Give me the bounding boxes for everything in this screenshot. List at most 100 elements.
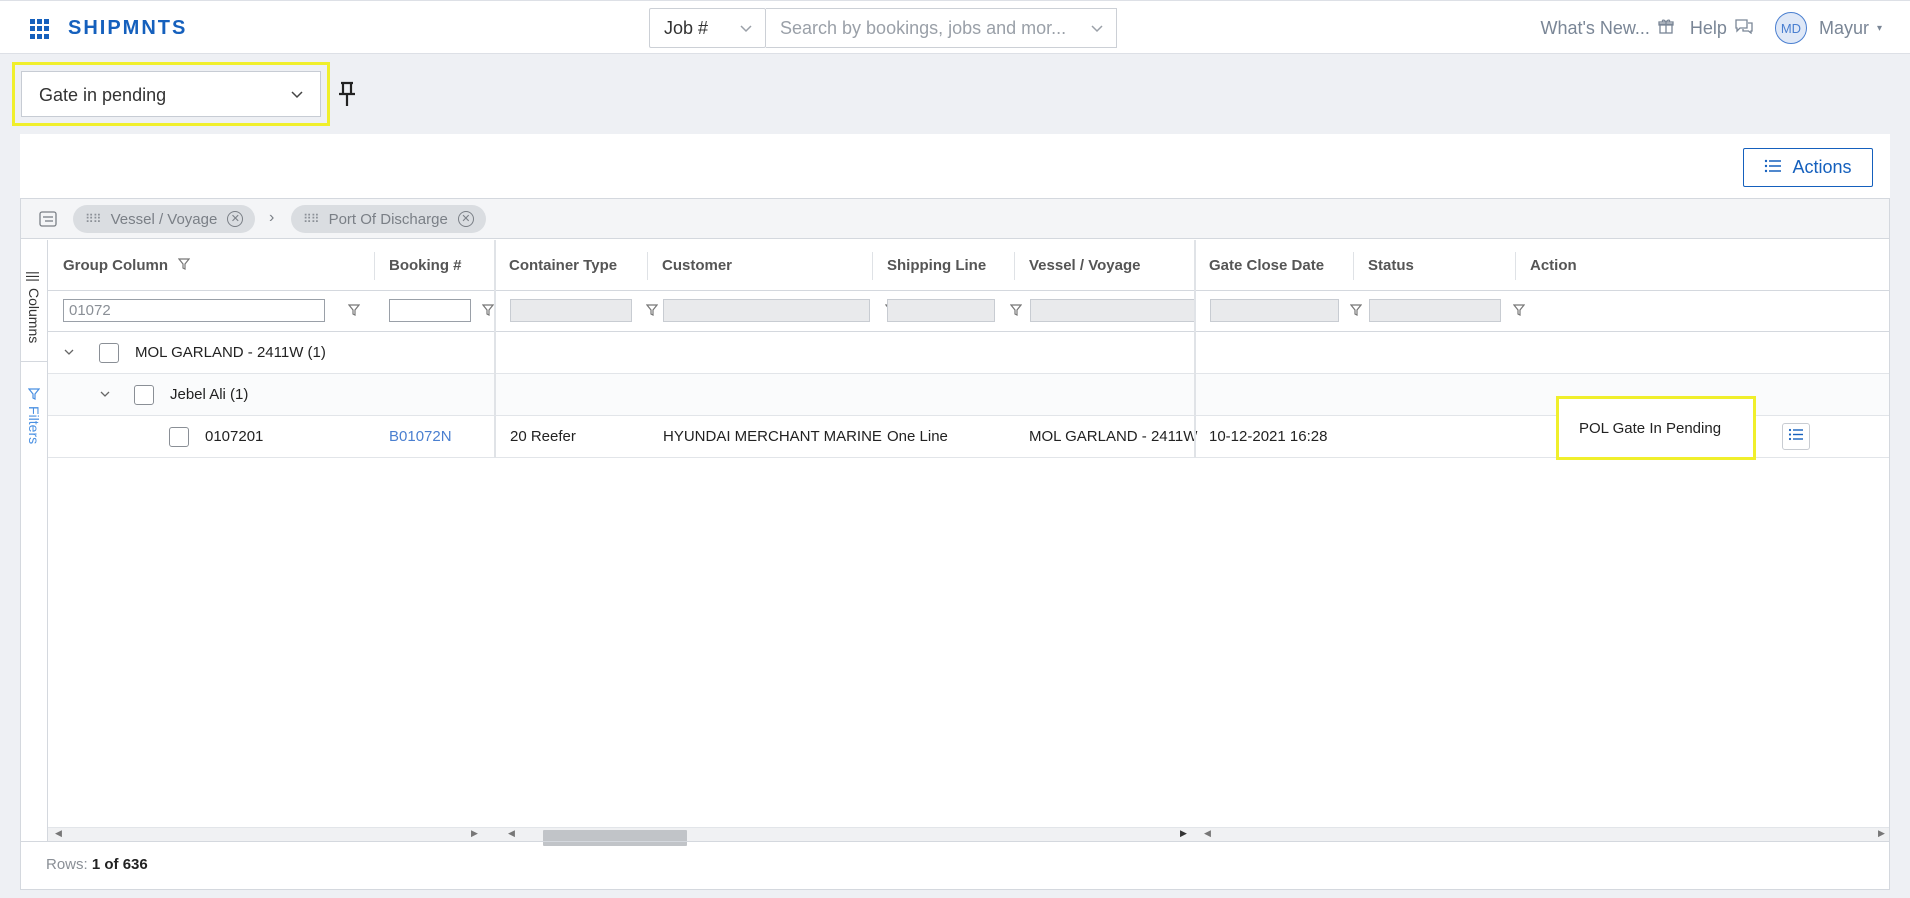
actions-button[interactable]: Actions bbox=[1743, 148, 1873, 187]
group-panel-icon bbox=[39, 211, 57, 231]
filter-icon[interactable] bbox=[1349, 303, 1363, 320]
cell-group-column: 0107201 bbox=[205, 428, 264, 445]
scroll-right-icon[interactable]: ▶ bbox=[1180, 828, 1187, 839]
cell-customer: HYUNDAI MERCHANT MARINE bbox=[663, 428, 882, 445]
col-header-shipping-line[interactable]: Shipping Line bbox=[872, 240, 986, 291]
user-name: Mayur bbox=[1818, 17, 1869, 38]
container-type-filter-input[interactable] bbox=[510, 299, 632, 322]
group-label: Jebel Ali (1) bbox=[170, 386, 249, 403]
row-group-bar: ⠿⠿ Vessel / Voyage ✕ › ⠿⠿ Port Of Discha… bbox=[21, 199, 1889, 239]
shipping-line-filter-input[interactable] bbox=[887, 299, 995, 322]
customer-filter-input[interactable] bbox=[663, 299, 870, 322]
avatar[interactable]: MD bbox=[1774, 12, 1807, 44]
chevron-down-icon[interactable] bbox=[63, 345, 75, 362]
saved-view-label: Gate in pending bbox=[39, 85, 167, 105]
vessel-voyage-filter-input[interactable] bbox=[1030, 299, 1195, 322]
help-link[interactable]: Help bbox=[1690, 18, 1753, 39]
col-header-gate-close-date[interactable]: Gate Close Date bbox=[1194, 240, 1324, 291]
close-icon[interactable]: ✕ bbox=[227, 211, 244, 227]
top-bar: SHIPMNTS Job # Search by bookings, jobs … bbox=[0, 0, 1910, 54]
cell-booking-link[interactable]: B01072N bbox=[389, 428, 452, 445]
gate-close-date-filter-input[interactable] bbox=[1210, 299, 1339, 322]
main-panel: Actions ⠿⠿ Vessel / Voyage ✕ › ⠿⠿ Port O… bbox=[20, 134, 1890, 890]
group-label: MOL GARLAND - 2411W (1) bbox=[135, 344, 326, 361]
group-row-vessel[interactable]: MOL GARLAND - 2411W (1) bbox=[48, 332, 1889, 374]
group-chip-vessel-voyage[interactable]: ⠿⠿ Vessel / Voyage ✕ bbox=[73, 205, 256, 233]
group-chip-port-of-discharge[interactable]: ⠿⠿ Port Of Discharge ✕ bbox=[291, 205, 486, 233]
user-menu[interactable]: Mayur ▾ bbox=[1819, 18, 1882, 39]
drag-handle-icon[interactable]: ⠿⠿ bbox=[303, 212, 320, 226]
grid-header-row: Group Column Booking # Container Type Cu… bbox=[48, 240, 1889, 291]
col-header-booking[interactable]: Booking # bbox=[374, 240, 462, 291]
grid-footer: Rows: 1 of 636 bbox=[21, 841, 1889, 889]
cell-shipping-line: One Line bbox=[887, 428, 948, 445]
booking-filter-input[interactable] bbox=[389, 299, 471, 322]
columns-tab-label: Columns bbox=[26, 288, 42, 344]
col-header-status[interactable]: Status bbox=[1353, 240, 1414, 291]
side-tool-panel: ||| Columns Filters bbox=[21, 240, 48, 841]
row-actions-button[interactable] bbox=[1782, 423, 1810, 450]
rows-label: Rows: bbox=[46, 856, 88, 873]
brand-logo[interactable]: SHIPMNTS bbox=[68, 17, 187, 40]
group-chip-label: Port Of Discharge bbox=[328, 210, 448, 228]
scroll-left-icon[interactable]: ◀ bbox=[508, 828, 515, 839]
columns-tab[interactable]: ||| Columns bbox=[21, 262, 47, 362]
filter-icon[interactable] bbox=[645, 303, 659, 320]
filter-icon bbox=[26, 388, 42, 400]
filter-icon[interactable] bbox=[177, 257, 191, 274]
col-header-vessel-voyage[interactable]: Vessel / Voyage bbox=[1014, 240, 1140, 291]
search-type-select[interactable]: Job # bbox=[649, 8, 766, 48]
filter-icon[interactable] bbox=[481, 303, 495, 320]
data-grid: ⠿⠿ Vessel / Voyage ✕ › ⠿⠿ Port Of Discha… bbox=[20, 198, 1890, 890]
scroll-left-icon[interactable]: ◀ bbox=[55, 828, 62, 839]
group-chip-label: Vessel / Voyage bbox=[110, 210, 218, 228]
status-filter-input[interactable] bbox=[1369, 299, 1501, 322]
drag-handle-icon[interactable]: ⠿⠿ bbox=[85, 212, 102, 226]
col-header-customer[interactable]: Customer bbox=[647, 240, 732, 291]
search-placeholder: Search by bookings, jobs and mor... bbox=[780, 18, 1067, 38]
close-icon[interactable]: ✕ bbox=[457, 211, 474, 227]
rows-count: 1 of 636 bbox=[91, 856, 148, 873]
col-header-label: Group Column bbox=[63, 257, 168, 274]
whats-new-link[interactable]: What's New... bbox=[1540, 17, 1674, 39]
view-highlight: Gate in pending bbox=[12, 62, 330, 126]
cell-gate-close-date: 10-12-2021 16:28 bbox=[1209, 428, 1328, 445]
scroll-right-icon[interactable]: ▶ bbox=[1878, 828, 1885, 839]
cell-container-type: 20 Reefer bbox=[510, 428, 576, 445]
actions-label: Actions bbox=[1792, 157, 1852, 177]
col-header-action: Action bbox=[1530, 257, 1577, 274]
search-type-label: Job # bbox=[664, 18, 709, 38]
chevron-down-icon bbox=[1090, 21, 1104, 35]
group-column-filter-input[interactable] bbox=[63, 299, 325, 322]
pin-icon[interactable] bbox=[336, 80, 358, 108]
help-label: Help bbox=[1689, 17, 1727, 38]
list-icon bbox=[1788, 428, 1804, 445]
global-search-input[interactable]: Search by bookings, jobs and mor... bbox=[766, 8, 1117, 48]
chevron-down-icon bbox=[739, 21, 753, 35]
caret-down-icon: ▾ bbox=[1876, 22, 1882, 34]
chat-icon bbox=[1735, 18, 1753, 39]
grid-filter-row bbox=[48, 291, 1889, 332]
top-right-menu: What's New... Help MD Mayur ▾ bbox=[1530, 11, 1882, 45]
col-header-container-type[interactable]: Container Type bbox=[494, 240, 617, 291]
row-checkbox[interactable] bbox=[169, 427, 189, 447]
apps-grid-icon[interactable] bbox=[30, 19, 50, 39]
list-icon bbox=[1764, 157, 1782, 178]
horizontal-scrollbar[interactable]: ◀ ▶ ◀ ▶ ◀ ▶ bbox=[48, 827, 1889, 846]
filters-tab[interactable]: Filters bbox=[21, 376, 47, 456]
col-header-group-column[interactable]: Group Column bbox=[48, 240, 374, 291]
row-checkbox[interactable] bbox=[134, 385, 154, 405]
filters-tab-label: Filters bbox=[26, 405, 42, 445]
filter-icon[interactable] bbox=[1512, 303, 1526, 320]
filter-icon[interactable] bbox=[1009, 303, 1023, 320]
scroll-left-icon[interactable]: ◀ bbox=[1204, 828, 1211, 839]
cell-vessel-voyage: MOL GARLAND - 2411W bbox=[1029, 428, 1198, 445]
filter-icon[interactable] bbox=[347, 303, 361, 320]
gift-icon bbox=[1658, 18, 1674, 39]
scroll-right-icon[interactable]: ▶ bbox=[471, 828, 478, 839]
saved-view-select[interactable]: Gate in pending bbox=[21, 71, 321, 117]
row-checkbox[interactable] bbox=[99, 343, 119, 363]
chevron-down-icon[interactable] bbox=[99, 387, 111, 404]
whats-new-label: What's New... bbox=[1540, 17, 1650, 38]
chevron-right-icon: › bbox=[269, 209, 275, 226]
